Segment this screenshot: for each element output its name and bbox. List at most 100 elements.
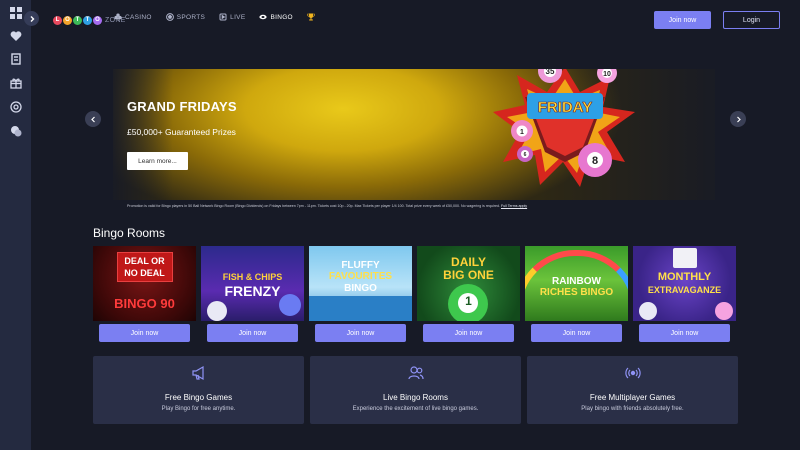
header-join-button[interactable]: Join now [654, 11, 711, 29]
game-art-ball [207, 301, 227, 321]
feature-title: Free Multiplayer Games [589, 393, 676, 402]
feature-description: Experience the excitement of live bingo … [352, 406, 479, 412]
nav-casino-label: CASINO [125, 13, 152, 21]
header-login-button[interactable]: Login [723, 11, 780, 29]
game-title: RICHES BINGO [539, 287, 614, 298]
chevron-left-icon [90, 116, 95, 122]
game-card: MONTHLY EXTRAVAGANZE Join now [633, 246, 736, 342]
nav-bingo[interactable]: BINGO [259, 13, 293, 21]
feature-card: Live Bingo Rooms Experience the exciteme… [310, 356, 521, 424]
game-join-button[interactable]: Join now [531, 324, 622, 342]
clubs-icon [114, 13, 122, 21]
feature-title: Free Bingo Games [164, 393, 233, 402]
logo-letter: O [63, 15, 72, 25]
hero-art-ball: 35 [546, 69, 555, 76]
feature-card: Free Multiplayer Games Play bingo with f… [527, 356, 738, 424]
main-nav: CASINO SPORTS LIVE BINGO [114, 13, 315, 21]
broadcast-icon [624, 367, 641, 379]
hero-terms-link[interactable]: Full Terms apply [501, 204, 527, 208]
feature-description: Play Bingo for free anytime. [161, 406, 236, 412]
feature-card: Free Bingo Games Play Bingo for free any… [93, 356, 304, 424]
sidebar-rail [0, 0, 31, 450]
game-title: FISH & CHIPS [222, 272, 283, 282]
game-join-button[interactable]: Join now [639, 324, 730, 342]
trophy-icon [307, 13, 315, 21]
game-card: RAINBOW RICHES BINGO Join now [525, 246, 628, 342]
game-art-ball [715, 302, 733, 320]
hero-terms: Promotion is valid for Bingo players in … [127, 204, 527, 208]
game-title: FAVOURITES [328, 271, 393, 282]
chat-icon[interactable] [9, 124, 22, 137]
game-art-calendar [673, 248, 697, 268]
game-title: FLUFFY [341, 260, 380, 271]
target-icon[interactable] [9, 100, 22, 113]
users-icon [407, 366, 424, 380]
game-thumbnail[interactable]: MONTHLY EXTRAVAGANZE [633, 246, 736, 321]
game-thumbnail[interactable]: DAILY BIG ONE 1 [417, 246, 520, 321]
heart-icon[interactable] [9, 29, 22, 42]
carousel-prev-button[interactable] [85, 111, 101, 127]
game-title: 1 [465, 294, 472, 308]
game-card: DAILY BIG ONE 1 Join now [417, 246, 520, 342]
game-title: MONTHLY [657, 271, 712, 283]
live-icon [219, 13, 227, 21]
logo-letter: L [53, 15, 62, 25]
game-title: DAILY [451, 255, 486, 269]
hero-art-ball: 6 [524, 152, 527, 158]
hero-art-ball: 1 [520, 129, 524, 136]
game-title: BINGO 90 [114, 296, 175, 311]
hero-friday-artwork: FRIDAY 35 10 1 6 8 [493, 69, 635, 187]
features-row: Free Bingo Games Play Bingo for free any… [93, 356, 738, 424]
grid-icon[interactable] [9, 6, 22, 19]
game-title: DEAL OR [124, 256, 165, 266]
game-card: FLUFFY FAVOURITES BINGO Join now [309, 246, 412, 342]
game-card: DEAL OR NO DEAL BINGO 90 Join now [93, 246, 196, 342]
gift-icon[interactable] [9, 76, 22, 89]
top-bar: L O T T O ZONE CASINO SPORTS LIVE BINGO … [31, 0, 800, 38]
hero-title: GRAND FRIDAYS [127, 99, 237, 114]
nav-promotions[interactable] [307, 13, 315, 21]
carousel-next-button[interactable] [730, 111, 746, 127]
hero-learn-more-button[interactable]: Learn more... [127, 152, 188, 170]
soccer-ball-icon [165, 13, 174, 21]
bingo-ball-icon [259, 14, 268, 20]
hero-art-text: FRIDAY [538, 99, 592, 116]
game-join-button[interactable]: Join now [315, 324, 406, 342]
game-title: BIG ONE [443, 268, 494, 282]
logo-letter: T [83, 15, 92, 25]
hero-banner[interactable]: GRAND FRIDAYS £50,000+ Guaranteed Prizes… [113, 69, 715, 200]
hero-art-ball: 8 [592, 155, 598, 167]
chevron-right-icon [736, 116, 741, 122]
game-title: NO DEAL [124, 268, 165, 278]
game-thumbnail[interactable]: DEAL OR NO DEAL BINGO 90 [93, 246, 196, 321]
hero-art-ball: 10 [603, 71, 611, 78]
feature-title: Live Bingo Rooms [383, 393, 448, 402]
nav-sports[interactable]: SPORTS [165, 13, 206, 21]
game-art-water [309, 296, 412, 321]
nav-live-label: LIVE [230, 13, 246, 21]
hero-subtitle: £50,000+ Guaranteed Prizes [127, 127, 236, 137]
game-title: EXTRAVAGANZE [647, 285, 722, 295]
bingo-rooms-heading: Bingo Rooms [93, 226, 166, 240]
game-title: FRENZY [224, 283, 281, 299]
megaphone-icon [191, 365, 204, 381]
game-join-button[interactable]: Join now [99, 324, 190, 342]
game-card: FISH & CHIPS FRENZY Join now [201, 246, 304, 342]
logo-letter: O [93, 15, 102, 25]
game-title: RAINBOW [552, 276, 601, 287]
hero-terms-text: Promotion is valid for Bingo players in … [127, 204, 500, 208]
game-join-button[interactable]: Join now [207, 324, 298, 342]
nav-casino[interactable]: CASINO [114, 13, 152, 21]
game-thumbnail[interactable]: FISH & CHIPS FRENZY [201, 246, 304, 321]
game-join-button[interactable]: Join now [423, 324, 514, 342]
feature-description: Play bingo with friends absolutely free. [581, 406, 684, 412]
logo-letter: T [73, 15, 82, 25]
game-thumbnail[interactable]: RAINBOW RICHES BINGO [525, 246, 628, 321]
receipt-icon[interactable] [9, 52, 22, 65]
nav-live[interactable]: LIVE [219, 13, 245, 21]
nav-bingo-label: BINGO [270, 13, 293, 21]
game-thumbnail[interactable]: FLUFFY FAVOURITES BINGO [309, 246, 412, 321]
game-art-ball [639, 302, 657, 320]
nav-sports-label: SPORTS [176, 13, 206, 21]
game-title: BINGO [344, 283, 377, 294]
